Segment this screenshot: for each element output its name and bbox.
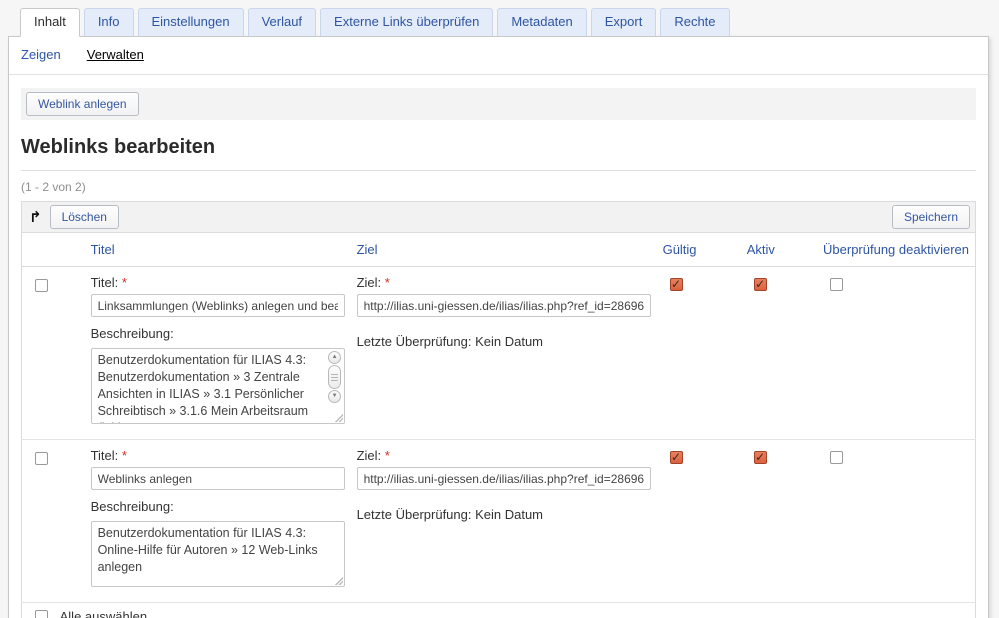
column-aktiv[interactable]: Aktiv — [741, 233, 817, 267]
required-asterisk: * — [385, 275, 390, 290]
tab-rechte[interactable]: Rechte — [660, 8, 729, 36]
select-all-checkbox[interactable] — [35, 610, 48, 618]
textarea-scrollbar[interactable]: ▲ ▼ — [328, 351, 342, 403]
gueltig-checkbox[interactable]: ✓ — [670, 278, 683, 291]
aktiv-checkbox[interactable]: ✓ — [754, 451, 767, 464]
table-header-actions: ↱ Löschen Speichern — [22, 202, 976, 233]
titel-label: Titel: * — [91, 275, 345, 290]
save-button-top[interactable]: Speichern — [892, 205, 970, 229]
tab-info[interactable]: Info — [84, 8, 134, 36]
beschreibung-label: Beschreibung: — [91, 499, 345, 514]
last-check-text: Letzte Überprüfung: Kein Datum — [357, 507, 651, 522]
titel-label: Titel: * — [91, 448, 345, 463]
table-row: Titel: * Beschreibung: Benutzerdokumenta… — [22, 440, 976, 603]
gueltig-checkbox[interactable]: ✓ — [670, 451, 683, 464]
delete-button-top[interactable]: Löschen — [50, 205, 119, 229]
select-all-label: Alle auswählen — [60, 609, 147, 618]
tab-inhalt[interactable]: Inhalt — [20, 8, 80, 37]
column-gueltig[interactable]: Gültig — [657, 233, 741, 267]
subtab-verwalten[interactable]: Verwalten — [87, 47, 144, 62]
beschreibung-textarea[interactable]: Benutzerdokumentation für ILIAS 4.3: Onl… — [91, 521, 345, 587]
ziel-input[interactable] — [357, 467, 651, 490]
content-panel: Zeigen Verwalten Weblink anlegen Weblink… — [8, 36, 989, 618]
table-row: Titel: * Beschreibung: Benutzerdokumenta… — [22, 267, 976, 440]
page-title: Weblinks bearbeiten — [21, 136, 976, 171]
column-ziel[interactable]: Ziel — [351, 233, 657, 267]
tab-verlauf[interactable]: Verlauf — [248, 8, 316, 36]
create-weblink-button[interactable]: Weblink anlegen — [26, 92, 139, 116]
subtabbar: Zeigen Verwalten — [9, 37, 988, 75]
tab-externe-links[interactable]: Externe Links überprüfen — [320, 8, 493, 36]
tab-einstellungen[interactable]: Einstellungen — [138, 8, 244, 36]
ziel-label: Ziel: * — [357, 448, 651, 463]
apply-selection-up-icon: ↱ — [27, 210, 44, 225]
row-select-checkbox[interactable] — [35, 279, 48, 292]
column-ueberpruefung-deaktivieren[interactable]: Überprüfung deaktivieren — [817, 233, 975, 267]
pagination-top: (1 - 2 von 2) — [21, 180, 976, 194]
beschreibung-label: Beschreibung: — [91, 326, 345, 341]
scroll-down-icon[interactable]: ▼ — [328, 390, 341, 403]
required-asterisk: * — [385, 448, 390, 463]
table-column-header-row: Titel Ziel Gültig Aktiv Überprüfung deak… — [22, 233, 976, 267]
scrollbar-thumb[interactable] — [328, 365, 341, 389]
required-asterisk: * — [122, 448, 127, 463]
disable-check-checkbox[interactable] — [830, 451, 843, 464]
ziel-label: Ziel: * — [357, 275, 651, 290]
required-asterisk: * — [122, 275, 127, 290]
ziel-input[interactable] — [357, 294, 651, 317]
scroll-up-icon[interactable]: ▲ — [328, 351, 341, 364]
aktiv-checkbox[interactable]: ✓ — [754, 278, 767, 291]
subtab-zeigen[interactable]: Zeigen — [21, 47, 61, 62]
tab-export[interactable]: Export — [591, 8, 657, 36]
select-all-row: Alle auswählen — [22, 603, 976, 618]
resize-grip-icon[interactable] — [334, 576, 343, 585]
main-tabbar: Inhalt Info Einstellungen Verlauf Extern… — [8, 0, 999, 36]
row-select-checkbox[interactable] — [35, 452, 48, 465]
tab-metadaten[interactable]: Metadaten — [497, 8, 586, 36]
weblinks-table: ↱ Löschen Speichern Titel Ziel Gültig Ak… — [21, 201, 976, 618]
column-titel[interactable]: Titel — [77, 233, 351, 267]
create-toolbar: Weblink anlegen — [21, 88, 976, 120]
titel-input[interactable] — [91, 467, 345, 490]
column-select — [22, 233, 77, 267]
titel-input[interactable] — [91, 294, 345, 317]
disable-check-checkbox[interactable] — [830, 278, 843, 291]
last-check-text: Letzte Überprüfung: Kein Datum — [357, 334, 651, 349]
beschreibung-textarea[interactable]: Benutzerdokumentation für ILIAS 4.3: Ben… — [91, 348, 345, 424]
resize-grip-icon[interactable] — [334, 413, 343, 422]
